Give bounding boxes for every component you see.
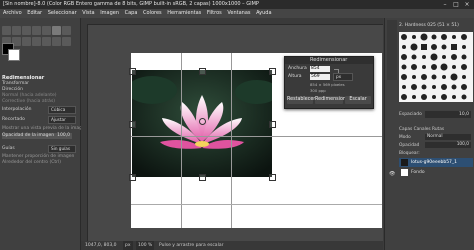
show-preview-checkbox[interactable]: Mostrar una vista previa de la imagen [2,126,88,131]
menu-ayuda[interactable]: Ayuda [256,10,271,16]
layer-opacity-label: Opacidad [399,143,420,148]
minimize-button[interactable]: – [440,1,450,8]
interpolation-select[interactable]: Cúbica [48,106,76,114]
close-button[interactable]: × [462,1,472,8]
direction-normal-radio[interactable]: Normal (hacia adelante) [2,93,57,98]
menu-vista[interactable]: Vista [82,10,94,16]
menu-bar: Archivo Editar Seleccionar Vista Imagen … [0,9,474,18]
title-bar: [Sin nombre]-8.0 (Color RGB Entero gamma… [0,0,474,9]
scale-center-handle[interactable] [199,118,206,125]
direction-label: Dirección [2,87,24,92]
menu-filtros[interactable]: Filtros [207,10,222,16]
smudge-icon[interactable] [52,37,61,46]
menu-colores[interactable]: Colores [143,10,162,16]
layer-row[interactable]: lotus-g90eeebb57_1 [399,158,473,167]
opacity-label: Opacidad de la imagen [2,133,55,138]
color-picker-icon[interactable] [62,37,71,46]
layers-tabs[interactable]: Capas Canales Rutas [399,127,444,132]
around-center-checkbox[interactable]: Alrededor del centro (Ctrl) [2,160,61,165]
guides-select[interactable]: Sin guías [48,145,76,153]
clipping-label: Recortado [2,117,25,122]
left-dock: Redimensionar Transformar Dirección Norm… [0,18,88,250]
menu-archivo[interactable]: Archivo [3,10,22,16]
pointer-coords: 1047,0, 803,0 [85,243,117,248]
menu-capa[interactable]: Capa [125,10,138,16]
scale-guide-vertical [231,53,232,228]
background-color-swatch[interactable] [8,49,20,61]
status-hint: Pulse y arrastre para escalar [159,243,224,248]
layer-opacity-slider[interactable]: 100,0 [425,142,471,148]
window-title: [Sin nombre]-8.0 (Color RGB Entero gamma… [3,1,259,7]
vertical-ruler [81,24,88,250]
scale-dialog: Redimensionar Anchura 854 Altura 569 px … [284,56,374,109]
lock-label: Bloquear: [399,151,420,156]
status-bar: 1047,0, 803,0 px 100 % Pulse y arrastre … [81,241,383,250]
layer-name: lotus-g90eeebb57_1 [411,160,458,165]
horizontal-ruler [81,18,383,25]
width-label: Anchura [288,66,307,71]
unit-selector[interactable]: px [123,241,133,250]
clone-icon[interactable] [42,37,51,46]
direction-corrective-radio[interactable]: Corrective (hacia atrás) [2,99,55,104]
layer-thumbnail [401,159,408,166]
mode-select[interactable]: Normal [425,134,471,140]
scale-handle-top-right[interactable] [269,68,276,75]
reset-button[interactable]: Restablecer [287,96,315,104]
dock-tab-strip [387,20,397,80]
scale-frame-bottom [131,204,382,205]
opacity-value: 100,0 [57,133,70,138]
scale-handle-bottom[interactable] [199,174,206,181]
menu-ventanas[interactable]: Ventanas [227,10,250,16]
resolution-info: 300 ppp [310,88,326,93]
scale-dialog-title: Redimensionar [310,57,348,63]
scale-dialog-titlebar: Redimensionar [285,57,373,64]
paintbrush-icon[interactable] [22,37,31,46]
guides-label: Guías [2,146,15,151]
scale-handle-left[interactable] [129,121,136,128]
mode-label: Modo [399,135,411,140]
cancel-button[interactable]: Escalar [345,96,371,104]
interpolation-label: Interpolación [2,107,32,112]
scale-handle-top-left[interactable] [129,68,136,75]
scale-guide-horizontal [131,136,382,137]
opacity-slider[interactable]: Opacidad de la imagen 100,0 [2,133,72,139]
transform-label: Transformar [2,81,29,86]
scale-handle-right[interactable] [269,121,276,128]
size-info: 854 × 569 píxeles [310,82,345,87]
zoom-selector[interactable]: 100 % [136,241,155,250]
maximize-button[interactable]: □ [451,1,461,8]
eraser-icon[interactable] [32,37,41,46]
menu-imagen[interactable]: Imagen [100,10,119,16]
menu-seleccionar[interactable]: Seleccionar [48,10,77,16]
clipping-select[interactable]: Ajustar [48,116,76,124]
layer-name: Fondo [411,170,425,175]
scale-button[interactable]: Redimensionar [315,96,351,104]
layer-row[interactable]: 👁 Fondo [389,168,473,177]
menu-herramientas[interactable]: Herramientas [167,10,201,16]
layer-thumbnail [401,169,408,176]
width-input[interactable]: 854 [310,66,330,72]
spacing-label: Espaciado [399,112,422,117]
canvas-area[interactable]: Redimensionar Anchura 854 Altura 569 px … [81,18,383,250]
brush-grid[interactable] [399,32,473,102]
unit-select[interactable]: px [333,73,353,81]
keep-aspect-checkbox[interactable]: Mantener proporción de imagen [2,154,74,159]
scale-guide-vertical [181,53,182,228]
spacing-slider[interactable]: 10,0 [425,111,471,118]
toolbox-row [2,31,78,46]
scale-handle-top[interactable] [199,68,206,75]
brush-name: 2. Hardness 025 (51 × 51) [399,23,459,28]
scale-handle-bottom-right[interactable] [269,174,276,181]
height-input[interactable]: 569 [310,74,330,80]
right-dock: 2. Hardness 025 (51 × 51) Espaciado 10,0… [384,18,474,250]
scale-handle-bottom-left[interactable] [129,174,136,181]
menu-editar[interactable]: Editar [27,10,42,16]
eye-icon[interactable]: 👁 [389,170,395,179]
toolbox-row [2,20,78,35]
height-label: Altura [288,74,302,79]
